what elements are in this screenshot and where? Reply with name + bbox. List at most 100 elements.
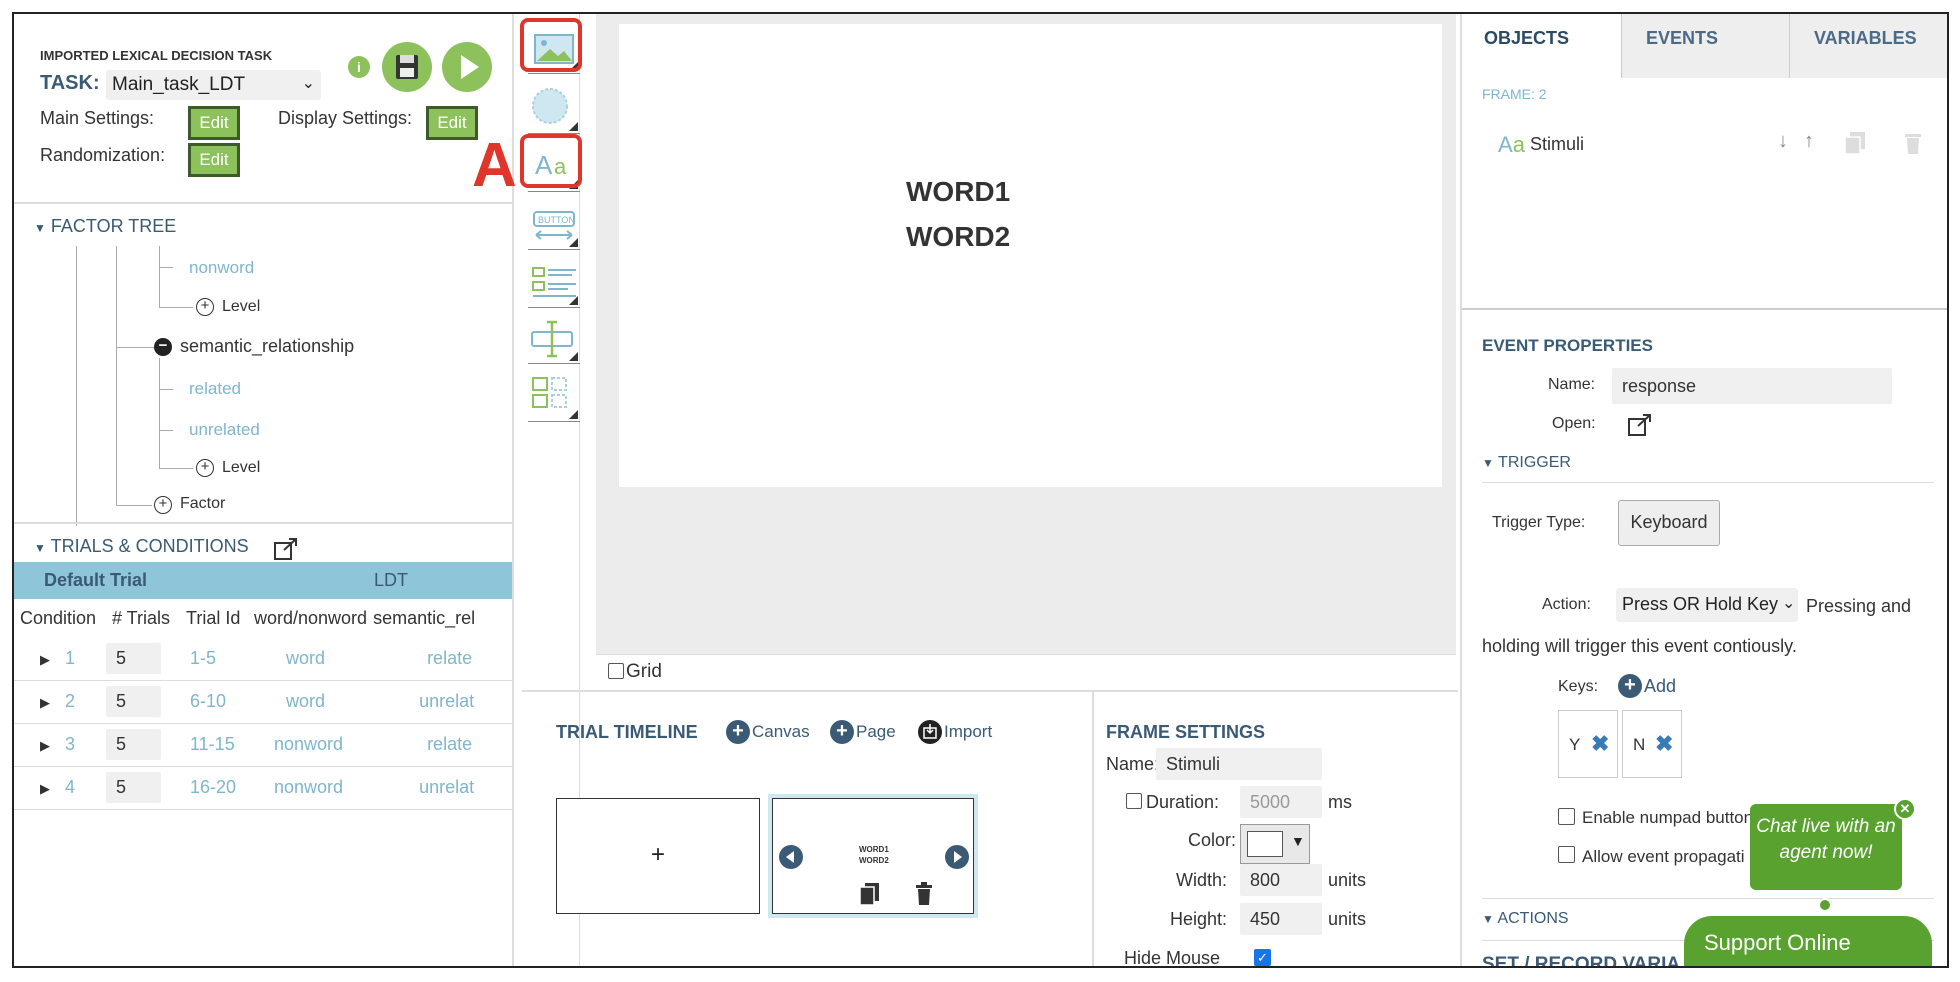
condition-cell[interactable]: ▶ 2 [14,680,106,724]
remove-key-icon[interactable]: ✖ [1655,731,1673,757]
tree-item-related[interactable]: related [189,379,241,399]
input-tool-button[interactable] [528,312,580,364]
triangle-right-icon[interactable]: ▶ [40,781,50,796]
duration-input[interactable]: 5000 [1240,786,1322,818]
color-picker[interactable]: ▼ [1240,824,1310,864]
triangle-right-icon[interactable]: ▶ [40,695,50,710]
button-tool-button[interactable]: BUTTON [528,198,580,250]
triangle-right-icon[interactable]: ▶ [40,652,50,667]
info-icon[interactable]: i [348,56,370,78]
allow-propagation-checkbox[interactable] [1558,846,1575,863]
chat-bubble[interactable]: Chat live with an agent now! [1750,804,1902,890]
task-select[interactable]: Main_task_LDT ⌄ [106,70,321,100]
tree-add-level[interactable]: Level [222,459,260,477]
triangle-right-icon[interactable]: ▶ [40,738,50,753]
display-settings-edit-button[interactable]: Edit [426,106,478,140]
table-row[interactable]: ▶ 3 5 11-15 nonword relate [14,723,512,767]
trash-icon[interactable] [1902,130,1924,156]
frame-settings: FRAME SETTINGS Name: Stimuli Duration: 5… [1092,690,1458,966]
event-name-input[interactable]: response [1612,368,1892,404]
move-left-icon[interactable] [779,845,803,869]
close-chat-icon[interactable]: ✕ [1894,798,1916,820]
list-tool-button[interactable] [528,256,580,308]
tree-add-factor[interactable]: Factor [180,495,225,513]
trials-count-input[interactable]: 5 [106,772,161,803]
add-canvas-label: Canvas [752,722,810,741]
timeline-frame-2-selected[interactable]: WORD1 WORD2 [768,794,978,918]
timeline-frame-1[interactable]: + [556,798,760,914]
trigger-type-button[interactable]: Keyboard [1618,500,1720,546]
tree-line [159,430,173,431]
copy-icon[interactable] [857,881,881,907]
table-row[interactable]: ▶ 2 5 6-10 word unrelat [14,680,512,724]
duration-checkbox[interactable] [1126,793,1142,809]
action-select-value: Press OR Hold Key [1622,594,1779,614]
trials-toggle[interactable]: ▼ TRIALS & CONDITIONS [34,536,249,557]
trials-table: Condition # Trials Trial Id word/nonword… [14,599,512,810]
shape-tool-button[interactable] [528,82,580,134]
trials-count-cell[interactable]: 5 [106,723,180,767]
tab-events[interactable]: EVENTS [1624,14,1790,78]
object-row-stimuli[interactable]: Aa Stimuli ↓ ↑ [1462,118,1947,168]
arrow-up-icon[interactable]: ↑ [1804,130,1814,153]
add-factor-icon[interactable]: + [154,496,172,514]
trials-count-input[interactable]: 5 [106,686,161,717]
factor-tree-toggle[interactable]: ▼ FACTOR TREE [34,216,176,237]
trials-count-cell[interactable]: 5 [106,766,180,810]
tree-item-semantic-relationship[interactable]: semantic_relationship [180,336,354,357]
stage-canvas[interactable]: WORD1 WORD2 [619,24,1442,487]
add-level-icon[interactable]: + [196,298,214,316]
tree-add-level[interactable]: Level [222,298,260,316]
main-settings-edit-button[interactable]: Edit [188,106,240,140]
trials-count-cell[interactable]: 5 [106,637,180,681]
actions-toggle[interactable]: ▼ ACTIONS [1482,910,1569,928]
stimulus-word2[interactable]: WORD2 [906,221,1010,253]
divider [1482,898,1934,899]
tab-objects[interactable]: OBJECTS [1462,14,1622,78]
duplicate-icon[interactable] [1842,130,1868,156]
grid-bar: Grid [596,654,1456,686]
condition-cell[interactable]: ▶ 1 [14,637,106,681]
trash-icon[interactable] [913,881,935,907]
tree-line [159,389,173,390]
trials-count-input[interactable]: 5 [106,729,161,760]
support-online-label: Support Online [1704,930,1851,955]
height-label: Height: [1170,909,1228,929]
collapse-icon[interactable]: − [154,338,172,356]
arrow-down-icon[interactable]: ↓ [1778,130,1788,153]
word-cell: nonword [248,723,368,767]
trials-count-cell[interactable]: 5 [106,680,180,724]
frame-name-input[interactable]: Stimuli [1156,748,1322,780]
table-row[interactable]: ▶ 4 5 16-20 nonword unrelat [14,766,512,810]
remove-key-icon[interactable]: ✖ [1591,731,1609,757]
external-link-icon[interactable] [1626,412,1654,438]
width-input[interactable]: 800 [1240,864,1322,896]
condition-cell[interactable]: ▶ 4 [14,766,106,810]
stimulus-word1[interactable]: WORD1 [906,176,1010,208]
annotation-box-b [520,18,582,72]
enable-numpad-checkbox[interactable] [1558,808,1575,825]
layout-tool-button[interactable] [528,370,580,422]
save-button[interactable] [382,42,432,92]
divider [14,522,514,524]
table-row[interactable]: ▶ 1 5 1-5 word relate [14,637,512,681]
play-button[interactable] [442,42,492,92]
hide-mouse-checkbox[interactable]: ✓ [1254,949,1271,966]
external-link-icon[interactable] [272,536,300,562]
grid-checkbox[interactable] [608,663,624,679]
add-level-icon[interactable]: + [196,459,214,477]
tree-item-nonword[interactable]: nonword [189,258,254,278]
trigger-toggle[interactable]: ▼ TRIGGER [1482,454,1571,472]
tab-variables[interactable]: VARIABLES [1792,14,1947,78]
timeline-frame-2[interactable]: WORD1 WORD2 [772,798,974,914]
tree-item-unrelated[interactable]: unrelated [189,420,260,440]
tree-line [116,505,152,506]
move-right-icon[interactable] [945,845,969,869]
condition-cell[interactable]: ▶ 3 [14,723,106,767]
height-input[interactable]: 450 [1240,903,1322,935]
action-select[interactable]: Press OR Hold Key ⌄ [1616,588,1798,622]
trials-count-input[interactable]: 5 [106,642,161,674]
ldt-label: LDT [374,570,409,590]
randomization-edit-button[interactable]: Edit [188,143,240,177]
support-online-button[interactable]: Support Online [1684,916,1932,966]
